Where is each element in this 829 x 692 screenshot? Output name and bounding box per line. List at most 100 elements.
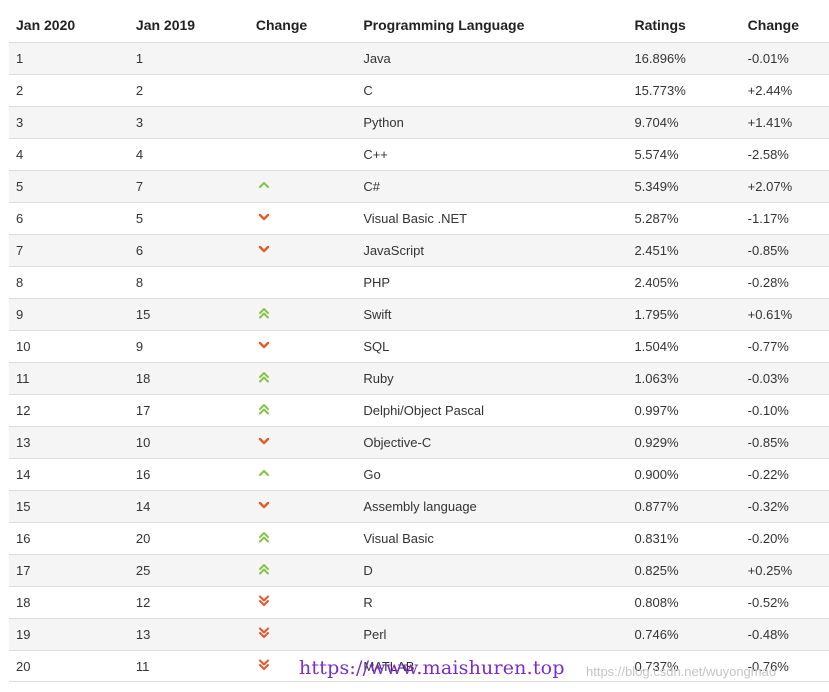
rating-value: 0.746% — [634, 627, 679, 642]
rank-2020: 7 — [16, 243, 24, 258]
rank-2020: 8 — [16, 275, 24, 290]
chevron-down-icon — [257, 435, 271, 447]
rating-value: 5.574% — [634, 147, 679, 162]
table-row: 12 17 Delphi/Object Pascal 0.997% -0.10% — [9, 394, 829, 426]
rank-2020: 18 — [16, 595, 31, 610]
change-value: -0.10% — [747, 403, 789, 418]
chevron-down-icon — [257, 243, 271, 255]
change-indicator — [249, 403, 356, 418]
rating-value: 0.808% — [634, 595, 679, 610]
rating-value: 2.405% — [634, 275, 679, 290]
change-value: -0.28% — [747, 275, 789, 290]
rating-value: 15.773% — [634, 83, 686, 98]
table-row: 4 4 C++ 5.574% -2.58% — [9, 138, 829, 170]
change-value: -1.17% — [747, 211, 789, 226]
change-value: -0.03% — [747, 371, 789, 386]
chevron-down-icon — [257, 211, 271, 223]
language-name: Visual Basic .NET — [363, 211, 468, 226]
table-row: 16 20 Visual Basic 0.831% -0.20% — [9, 522, 829, 554]
rank-2020: 13 — [16, 435, 31, 450]
rank-2020: 20 — [16, 658, 31, 674]
table-row: 13 10 Objective-C 0.929% -0.85% — [9, 426, 829, 458]
rating-value: 0.831% — [634, 531, 679, 546]
double-chevron-down-icon — [257, 627, 271, 639]
rating-value: 0.929% — [634, 435, 679, 450]
rank-2019: 9 — [135, 339, 144, 354]
change-indicator — [249, 243, 356, 258]
header-jan2019: Jan 2019 — [135, 16, 196, 33]
rating-value: 2.451% — [634, 243, 679, 258]
change-indicator — [249, 371, 356, 386]
rank-2020: 14 — [16, 467, 31, 482]
change-indicator — [249, 563, 356, 578]
chevron-up-icon — [257, 179, 271, 191]
language-name: Swift — [363, 307, 392, 322]
language-name: SQL — [363, 339, 390, 354]
rank-2019: 1 — [135, 51, 144, 66]
rating-value: 0.900% — [634, 467, 679, 482]
rank-2019: 5 — [135, 211, 144, 226]
table-row: 19 13 Perl 0.746% -0.48% — [9, 618, 829, 650]
rank-2020: 3 — [16, 115, 24, 130]
chevron-down-icon — [257, 339, 271, 351]
change-value: -0.48% — [747, 627, 789, 642]
change-value: -0.22% — [747, 467, 789, 482]
rank-2020: 15 — [16, 499, 31, 514]
table-row: 3 3 Python 9.704% +1.41% — [9, 106, 829, 138]
change-value: -0.85% — [747, 243, 789, 258]
table-row: 9 15 Swift 1.795% +0.61% — [9, 298, 829, 330]
language-name: Assembly language — [363, 499, 477, 514]
rank-2020: 19 — [16, 627, 31, 642]
rank-2020: 4 — [16, 147, 24, 162]
change-value: -0.20% — [747, 531, 789, 546]
change-indicator — [249, 467, 356, 482]
rank-2020: 2 — [16, 83, 24, 98]
change-value: -0.32% — [747, 499, 789, 514]
language-name: Perl — [363, 627, 387, 642]
rating-value: 1.504% — [634, 339, 679, 354]
rank-2020: 12 — [16, 403, 31, 418]
rating-value: 0.877% — [634, 499, 679, 514]
change-indicator — [249, 627, 356, 642]
chevron-up-icon — [257, 467, 271, 479]
table-row: 18 12 R 0.808% -0.52% — [9, 586, 829, 618]
change-value: -0.85% — [747, 435, 789, 450]
change-value: +0.61% — [747, 307, 793, 322]
header-jan2020: Jan 2020 — [16, 16, 76, 33]
table-row: 7 6 JavaScript 2.451% -0.85% — [9, 234, 829, 266]
language-name: Go — [363, 467, 381, 482]
rating-value: 16.896% — [634, 51, 686, 66]
header-language: Programming Language — [363, 16, 525, 33]
rank-2019: 7 — [135, 179, 144, 194]
change-value: +1.41% — [747, 115, 793, 130]
rank-2020: 10 — [16, 339, 31, 354]
header-change: Change — [747, 16, 800, 33]
table-row: 2 2 C 15.773% +2.44% — [9, 74, 829, 106]
rank-2019: 17 — [135, 403, 151, 418]
table-row: 11 18 Ruby 1.063% -0.03% — [9, 362, 829, 394]
double-chevron-up-icon — [257, 307, 271, 319]
double-chevron-up-icon — [257, 563, 271, 575]
language-name: Python — [363, 115, 404, 130]
language-name: C# — [363, 179, 380, 194]
table-row: 15 14 Assembly language 0.877% -0.32% — [9, 490, 829, 522]
rank-2019: 25 — [135, 563, 151, 578]
table-row: 5 7 C# 5.349% +2.07% — [9, 170, 829, 202]
rank-2019: 2 — [135, 83, 144, 98]
header-ratings: Ratings — [634, 16, 686, 33]
change-indicator — [249, 595, 356, 610]
language-name: PHP — [363, 275, 391, 290]
rank-2020: 17 — [16, 563, 31, 578]
change-indicator — [249, 499, 356, 514]
double-chevron-up-icon — [257, 531, 271, 543]
rank-2019: 18 — [135, 371, 151, 386]
rank-2020: 9 — [16, 307, 24, 322]
rank-2019: 12 — [135, 595, 151, 610]
table-row: 1 1 Java 16.896% -0.01% — [9, 42, 829, 74]
change-indicator — [249, 435, 356, 450]
language-name: Visual Basic — [363, 531, 434, 546]
rank-2019: 11 — [135, 658, 150, 674]
table-row: 17 25 D 0.825% +0.25% — [9, 554, 829, 586]
change-value: -2.58% — [747, 147, 789, 162]
double-chevron-up-icon — [257, 403, 271, 415]
